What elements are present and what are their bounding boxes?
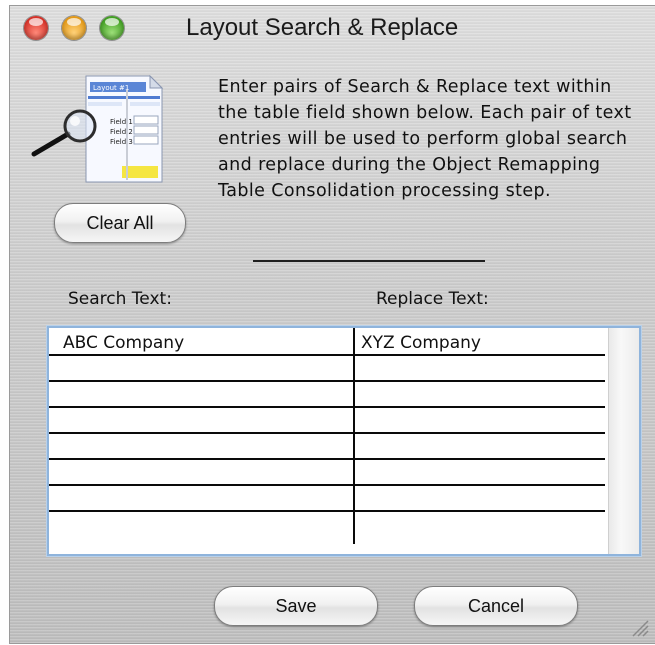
table-row[interactable] (49, 432, 605, 460)
title-bar[interactable]: Layout Search & Replace (10, 6, 655, 48)
replace-cell[interactable] (355, 354, 605, 380)
search-cell[interactable] (49, 354, 353, 380)
instructions-text: Enter pairs of Search & Replace text wit… (218, 77, 632, 201)
table-row[interactable] (49, 510, 605, 536)
search-cell[interactable] (49, 458, 353, 484)
replace-cell[interactable] (355, 432, 605, 458)
replace-cell[interactable] (355, 406, 605, 432)
icon-label-field-1: Field 1 (110, 118, 133, 126)
search-cell[interactable] (49, 406, 353, 432)
table-scrollbar[interactable] (608, 328, 639, 554)
resize-grip-icon[interactable] (629, 617, 649, 637)
search-text-header: Search Text: (68, 289, 172, 309)
table-row[interactable] (49, 380, 605, 408)
table-row[interactable] (49, 354, 605, 382)
cancel-button[interactable]: Cancel (414, 586, 578, 626)
table-row[interactable]: ABC Company XYZ Company (49, 328, 605, 356)
table-row[interactable] (49, 458, 605, 486)
layout-document-magnifier-icon: Layout #1 Field 1 Field 2 Field 3 (31, 74, 164, 183)
window-title: Layout Search & Replace (186, 14, 459, 41)
search-cell[interactable] (49, 484, 353, 510)
zoom-window-button[interactable] (100, 16, 124, 40)
search-cell[interactable]: ABC Company (49, 328, 353, 354)
search-cell[interactable] (49, 380, 353, 406)
icon-label-field-2: Field 2 (110, 128, 133, 136)
icon-label-field-3: Field 3 (110, 138, 133, 146)
table-row[interactable] (49, 406, 605, 434)
table-row[interactable] (49, 484, 605, 512)
replace-cell[interactable] (355, 484, 605, 510)
save-button[interactable]: Save (214, 586, 378, 626)
close-window-button[interactable] (24, 16, 48, 40)
table-grid: ABC Company XYZ Company (49, 328, 607, 554)
dialog-window: Layout Search & Replace Layout #1 Field … (10, 6, 655, 643)
replace-cell[interactable] (355, 380, 605, 406)
replace-cell[interactable] (355, 510, 605, 536)
replace-text-header: Replace Text: (376, 289, 489, 309)
search-cell[interactable] (49, 510, 353, 536)
icon-label-layout: Layout #1 (93, 84, 129, 92)
minimize-window-button[interactable] (62, 16, 86, 40)
search-replace-table[interactable]: ABC Company XYZ Company (47, 326, 641, 556)
column-divider (353, 328, 355, 544)
replace-cell[interactable] (355, 458, 605, 484)
separator-line (253, 260, 485, 262)
search-cell[interactable] (49, 432, 353, 458)
clear-all-button[interactable]: Clear All (54, 203, 186, 243)
replace-cell[interactable]: XYZ Company (355, 328, 605, 354)
